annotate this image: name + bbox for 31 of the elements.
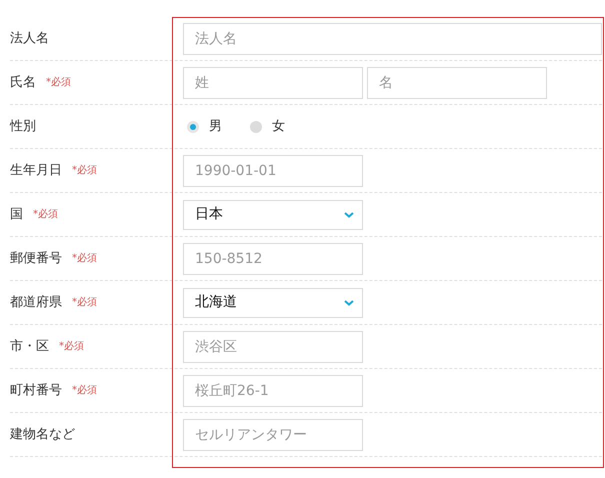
- field-label: 市・区: [10, 338, 49, 356]
- required-note: *必須: [33, 208, 58, 222]
- field-label: 国: [10, 206, 23, 224]
- name-field[interactable]: 姓: [183, 66, 363, 98]
- field-label: 町村番号: [10, 382, 62, 400]
- required-note: *必須: [59, 340, 84, 354]
- text-field[interactable]: 渋谷区: [183, 330, 363, 362]
- radio-option[interactable]: 女: [250, 116, 285, 136]
- required-note: *必須: [72, 252, 97, 266]
- chevron-down-icon: [344, 300, 354, 306]
- required-note: *必須: [46, 76, 71, 90]
- radio-option[interactable]: 男: [187, 116, 222, 136]
- select-field[interactable]: 北海道: [183, 288, 363, 318]
- text-field[interactable]: 法人名: [183, 22, 602, 54]
- chevron-down-icon: [344, 212, 354, 218]
- required-note: *必須: [72, 296, 97, 310]
- name-field[interactable]: 名: [367, 66, 547, 98]
- field-label: 法人名: [10, 30, 49, 48]
- field-label: 性別: [10, 118, 36, 136]
- field-label: 建物名など: [10, 426, 75, 444]
- text-field[interactable]: セルリアンタワー: [183, 418, 363, 450]
- field-label: 氏名: [10, 74, 36, 92]
- text-field[interactable]: 150-8512: [183, 242, 363, 274]
- select-field[interactable]: 日本: [183, 200, 363, 230]
- field-label: 都道府県: [10, 294, 62, 312]
- field-label: 郵便番号: [10, 250, 62, 268]
- required-note: *必須: [72, 384, 97, 398]
- required-note: *必須: [72, 164, 97, 178]
- field-label: 生年月日: [10, 162, 62, 180]
- text-field[interactable]: 桜丘町26-1: [183, 374, 363, 406]
- text-field[interactable]: 1990-01-01: [183, 154, 363, 186]
